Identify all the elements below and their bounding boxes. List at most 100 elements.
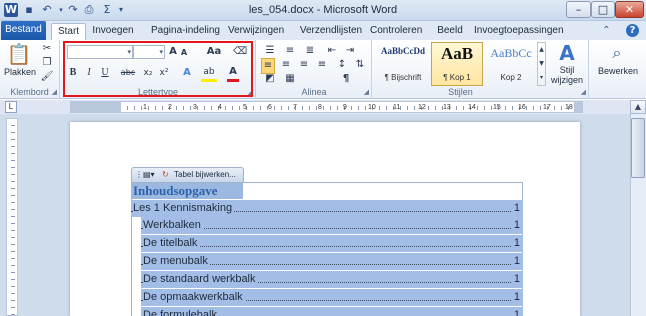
ruler-number: 13 xyxy=(443,104,451,111)
toc-entry-text: De opmaakwerkbalk xyxy=(143,289,245,306)
clipboard-group: 📋 Plakken ✂ ❐ 🖌 Klembord ◢ xyxy=(0,40,60,99)
toc-entry-text: De menubalk xyxy=(143,253,210,270)
toc-entry-text: De formulebalk xyxy=(143,307,219,316)
tab-pagina-indeling[interactable]: Pagina-indeling xyxy=(148,23,223,40)
maximize-button[interactable]: □ xyxy=(591,1,615,18)
style-name: ¶ Bijschrift xyxy=(384,73,422,82)
align-right-icon[interactable]: ≡ xyxy=(297,58,311,72)
toc-entry[interactable]: Les 1 Kennismaking 1 xyxy=(131,200,523,217)
style-kop-2[interactable]: AaBbCc Kop 2 xyxy=(485,42,537,86)
change-styles-icon[interactable]: A xyxy=(549,42,585,64)
scroll-up-icon[interactable]: ▲ xyxy=(630,100,646,114)
ruler-number: 17 xyxy=(543,104,551,111)
tab-invoegen[interactable]: Invoegen xyxy=(90,23,136,40)
minimize-ribbon-icon[interactable]: ⌃ xyxy=(600,24,613,37)
style-bijschrift[interactable]: AaBbCcDd ¶ Bijschrift xyxy=(377,42,429,86)
toc-entry-text: Les 1 Kennismaking xyxy=(133,200,235,217)
multilevel-list-icon[interactable]: ≣ xyxy=(303,44,317,58)
ruler-right-margin xyxy=(575,101,583,113)
format-painter-icon[interactable]: 🖌 xyxy=(40,70,54,84)
tab-controleren[interactable]: Controleren xyxy=(370,23,422,40)
scrollbar-thumb[interactable] xyxy=(631,118,645,178)
increase-indent-icon[interactable]: ⇥ xyxy=(343,44,357,58)
ruler-number: 16 xyxy=(518,104,526,111)
copy-icon[interactable]: ❐ xyxy=(40,56,54,70)
update-table-icon[interactable]: ↻ xyxy=(162,168,169,181)
cut-icon[interactable]: ✂ xyxy=(40,42,54,56)
ruler-number: 12 xyxy=(418,104,426,111)
styles-group-label: Stijlen xyxy=(448,87,473,97)
toc-menu-icon[interactable]: ⋮▤▾ xyxy=(135,168,155,181)
close-button[interactable]: ✕ xyxy=(615,1,644,18)
tab-beeld[interactable]: Beeld xyxy=(432,23,468,40)
styles-scroll-icon[interactable]: ▲ ▼ ▾ xyxy=(537,42,546,86)
sort-icon[interactable]: ⇅ xyxy=(353,58,367,72)
toc-entry[interactable]: Werkbalken 1 xyxy=(141,217,523,234)
help-icon[interactable]: ? xyxy=(626,24,639,37)
toc-entry[interactable]: De menubalk 1 xyxy=(141,253,523,270)
tab-selector[interactable]: L xyxy=(5,101,17,113)
show-formatting-icon[interactable]: ¶ xyxy=(339,72,353,86)
font-group-highlight-box xyxy=(63,41,253,97)
ruler-number: 3 xyxy=(193,104,197,111)
toc-entry-page: 1 xyxy=(513,307,520,316)
minimize-button[interactable]: – xyxy=(566,1,591,18)
ruler-number: 6 xyxy=(268,104,272,111)
paragraph-launcher-icon[interactable]: ◢ xyxy=(364,88,369,96)
tab-verwijzingen[interactable]: Verwijzingen xyxy=(228,23,284,40)
binoculars-icon[interactable]: ⌕ xyxy=(604,42,630,64)
toc-entry-page: 1 xyxy=(513,235,520,252)
paste-button[interactable]: Plakken xyxy=(2,67,38,77)
line-spacing-icon[interactable]: ↕ xyxy=(335,58,349,72)
tab-invoegtoepassingen[interactable]: Invoegtoepassingen xyxy=(474,23,564,40)
toc-entry[interactable]: De titelbalk 1 xyxy=(141,235,523,252)
style-sample: AaBbCc xyxy=(490,46,532,60)
ruler-number: 4 xyxy=(218,104,222,111)
clipboard-group-label: Klembord xyxy=(10,87,49,97)
ribbon-tabs: Bestand Start Invoegen Pagina-indeling V… xyxy=(0,21,646,40)
editing-button[interactable]: Bewerken xyxy=(590,66,646,76)
toc-entry[interactable]: De opmaakwerkbalk 1 xyxy=(141,289,523,306)
update-table-button[interactable]: Tabel bijwerken... xyxy=(174,168,236,181)
styles-launcher-icon[interactable]: ◢ xyxy=(581,88,586,96)
toc-entry[interactable]: De standaard werkbalk 1 xyxy=(141,271,523,288)
change-styles-button[interactable]: Stijl wijzigen xyxy=(547,65,587,85)
toc-entry[interactable]: De formulebalk 1 xyxy=(141,307,523,316)
ruler-number: 11 xyxy=(393,104,401,111)
ruler-number: 15 xyxy=(493,104,501,111)
paragraph-group: ☰ ≡ ≣ ⇤ ⇥ ≡ ≡ ≡ ≡ ↕ ⇅ ◩ ▦ ¶ Alinea ◢ xyxy=(257,40,372,99)
style-sample: AaBbCcDd xyxy=(380,46,425,56)
horizontal-ruler[interactable]: 1 2 3 4 5 6 7 8 9 10 11 12 13 14 15 16 1… xyxy=(120,101,575,113)
toc-entry-page: 1 xyxy=(513,200,520,217)
styles-group: AaBbCcDd ¶ Bijschrift AaB ¶ Kop 1 AaBbCc… xyxy=(373,40,589,99)
tab-file[interactable]: Bestand xyxy=(1,21,46,40)
ruler-number: 1 xyxy=(143,104,147,111)
ruler-number: 5 xyxy=(243,104,247,111)
paste-icon[interactable]: 📋 xyxy=(6,42,32,66)
ruler-number: 18 xyxy=(565,104,573,111)
style-name: Kop 2 xyxy=(500,73,522,82)
tab-start[interactable]: Start xyxy=(51,23,86,40)
ruler-bar: L 1 2 3 4 5 6 7 8 9 10 11 12 13 14 15 16… xyxy=(0,100,646,114)
ruler-number: 14 xyxy=(468,104,476,111)
toc-entry-page: 1 xyxy=(513,217,520,234)
style-kop-1[interactable]: AaB ¶ Kop 1 xyxy=(431,42,483,86)
ruler-number: 8 xyxy=(318,104,322,111)
decrease-indent-icon[interactable]: ⇤ xyxy=(325,44,339,58)
ruler-number: 10 xyxy=(368,104,376,111)
numbering-icon[interactable]: ≡ xyxy=(283,44,297,58)
toc-entry-text: De titelbalk xyxy=(143,235,200,252)
paragraph-group-label: Alinea xyxy=(301,87,327,97)
justify-icon[interactable]: ≡ xyxy=(315,58,329,72)
borders-icon[interactable]: ▦ xyxy=(283,72,297,86)
editing-group: ⌕ Bewerken xyxy=(590,40,646,99)
align-center-icon[interactable]: ≡ xyxy=(279,58,293,72)
bullets-icon[interactable]: ☰ xyxy=(263,44,277,58)
clipboard-launcher-icon[interactable]: ◢ xyxy=(52,88,57,96)
shading-icon[interactable]: ◩ xyxy=(263,72,277,86)
toc-entry-page: 1 xyxy=(513,271,520,288)
ruler-left-margin xyxy=(70,101,120,113)
toc-title: Inhoudsopgave xyxy=(131,183,243,199)
style-name: ¶ Kop 1 xyxy=(443,73,471,82)
tab-verzendlijsten[interactable]: Verzendlijsten xyxy=(295,23,367,40)
